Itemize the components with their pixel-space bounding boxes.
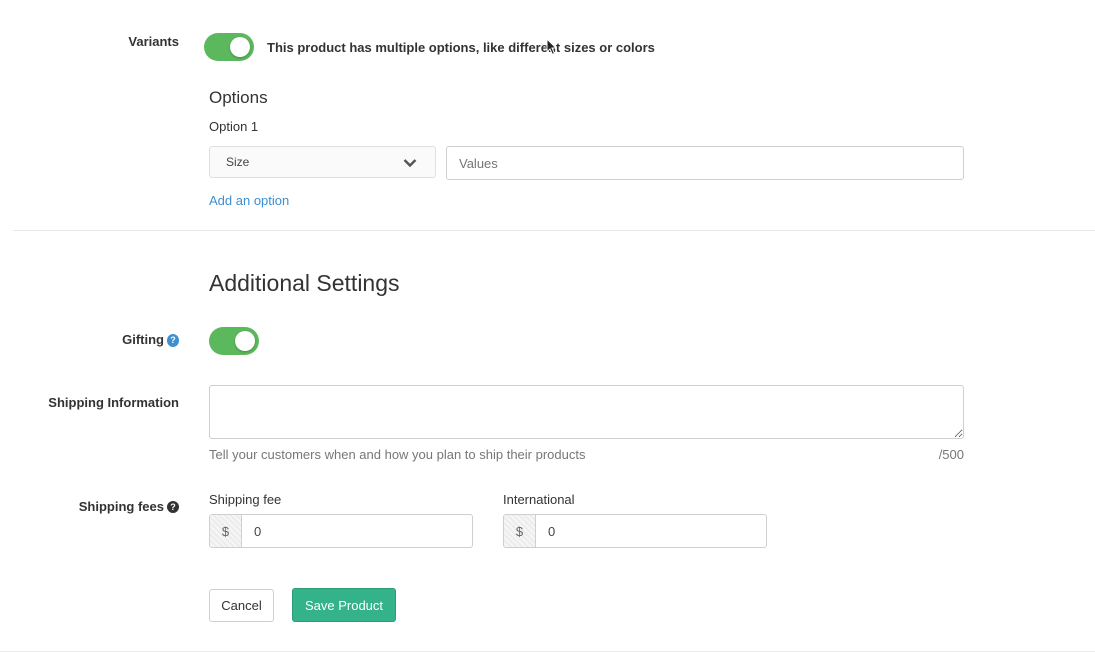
shipping-info-textarea[interactable] bbox=[209, 385, 964, 439]
option-1-values-input[interactable] bbox=[446, 146, 964, 180]
international-fee-field[interactable]: $ 0 bbox=[503, 514, 767, 548]
add-option-link[interactable]: Add an option bbox=[209, 193, 289, 208]
variants-label: Variants bbox=[128, 34, 179, 49]
currency-symbol: $ bbox=[515, 523, 524, 539]
shipping-fee-field[interactable]: $ 0 bbox=[209, 514, 473, 548]
shipping-info-help: Tell your customers when and how you pla… bbox=[209, 447, 586, 462]
shipping-fee-value[interactable]: 0 bbox=[254, 524, 261, 539]
shipping-info-label: Shipping Information bbox=[48, 395, 179, 410]
gifting-label-row: Gifting? bbox=[20, 332, 179, 347]
international-fee-value[interactable]: 0 bbox=[548, 524, 555, 539]
option-1-label: Option 1 bbox=[209, 119, 259, 134]
gifting-label: Gifting bbox=[122, 332, 164, 347]
variants-description: This product has multiple options, like … bbox=[267, 40, 655, 55]
chevron-down-icon bbox=[403, 159, 417, 168]
shipping-fees-label-row: Shipping fees? bbox=[20, 499, 179, 514]
section-divider bbox=[13, 230, 1095, 231]
save-product-button[interactable]: Save Product bbox=[292, 588, 396, 622]
currency-symbol: $ bbox=[221, 523, 230, 539]
currency-addon: $ bbox=[504, 515, 536, 547]
variants-toggle[interactable] bbox=[204, 33, 254, 61]
additional-settings-heading: Additional Settings bbox=[209, 270, 400, 296]
shipping-fee-label: Shipping fee bbox=[209, 492, 282, 507]
options-heading: Options bbox=[209, 88, 268, 107]
mouse-cursor-icon bbox=[546, 38, 558, 56]
international-label: International bbox=[503, 492, 575, 507]
option-1-select[interactable]: Size bbox=[209, 146, 436, 178]
shipping-info-counter: /500 bbox=[938, 447, 964, 462]
question-circle-icon[interactable]: ? bbox=[167, 501, 179, 513]
toggle-knob bbox=[235, 331, 255, 351]
shipping-fees-label: Shipping fees bbox=[78, 499, 164, 514]
gifting-toggle[interactable] bbox=[209, 327, 259, 355]
bottom-divider bbox=[0, 651, 1095, 652]
toggle-knob bbox=[230, 37, 250, 57]
option-1-select-value: Size bbox=[226, 155, 250, 169]
currency-addon: $ bbox=[210, 515, 242, 547]
help-icon[interactable]: ? bbox=[167, 334, 179, 347]
cancel-button[interactable]: Cancel bbox=[209, 589, 274, 622]
